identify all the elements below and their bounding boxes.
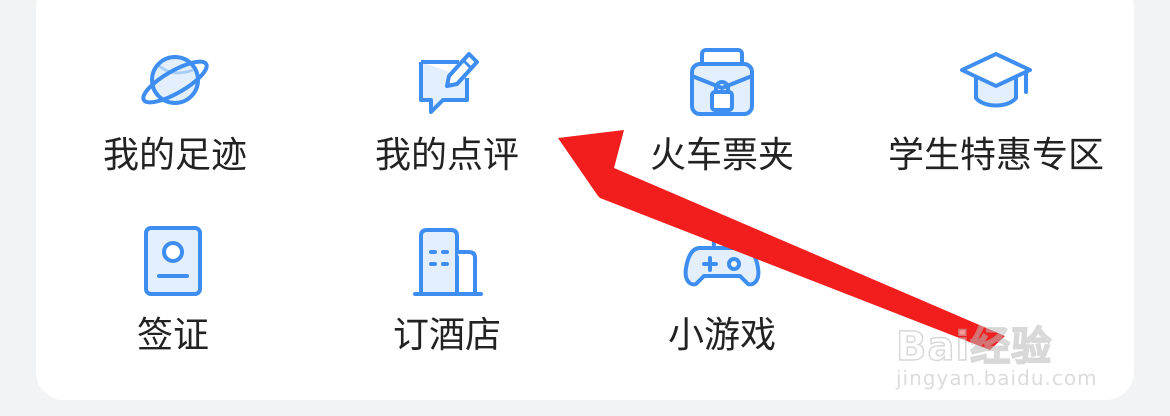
train-ticket-wallet-icon bbox=[682, 42, 762, 122]
menu-item-label: 我的足迹 bbox=[102, 135, 247, 176]
menu-item-label: 学生特惠专区 bbox=[887, 135, 1104, 176]
menu-item-my-review[interactable]: 我的点评 bbox=[317, 42, 577, 192]
menu-item-label: 订酒店 bbox=[392, 315, 501, 356]
menu-item-label: 小游戏 bbox=[667, 315, 776, 356]
menu-item-train-ticket-wallet[interactable]: 火车票夹 bbox=[592, 42, 852, 192]
menu-item-label: 火车票夹 bbox=[649, 135, 794, 176]
menu-item-label: 签证 bbox=[136, 315, 209, 356]
menu-item-book-hotel[interactable]: 订酒店 bbox=[317, 222, 577, 372]
planet-icon bbox=[135, 42, 215, 122]
graduation-cap-icon bbox=[956, 42, 1036, 122]
hotel-building-icon bbox=[407, 222, 487, 302]
menu-item-visa[interactable]: 签证 bbox=[43, 222, 303, 372]
menu-item-student-deals[interactable]: 学生特惠专区 bbox=[866, 42, 1126, 192]
menu-item-label: 我的点评 bbox=[374, 135, 519, 176]
menu-item-my-footprint[interactable]: 我的足迹 bbox=[45, 42, 305, 192]
menu-item-mini-games[interactable]: 小游戏 bbox=[592, 222, 852, 372]
gamepad-icon bbox=[682, 222, 762, 302]
visa-passport-icon bbox=[133, 222, 213, 302]
review-edit-icon bbox=[407, 42, 487, 122]
